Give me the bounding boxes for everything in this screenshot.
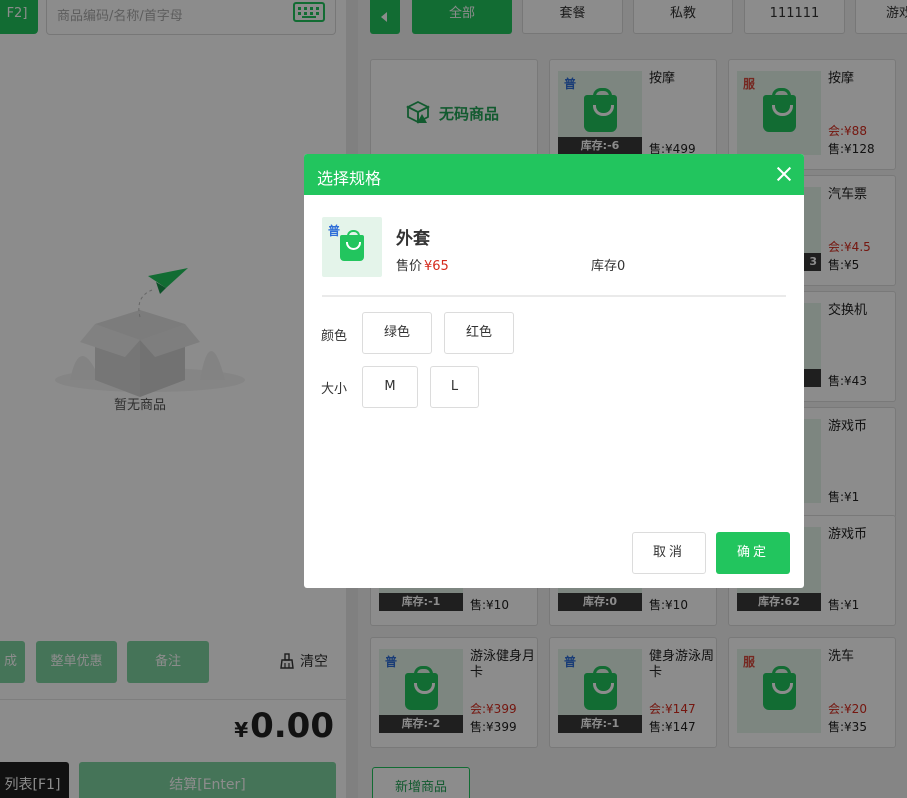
- spec-option-green[interactable]: 绿色: [362, 312, 432, 354]
- spec-dialog: 选择规格 普 外套 售价 ¥65 库存0 颜色 绿色 红色 大小 M L 取消 确…: [304, 154, 804, 588]
- spec-label-size: 大小: [321, 382, 348, 397]
- type-tag: 普: [328, 224, 341, 238]
- spec-label-color: 颜色: [321, 329, 348, 344]
- dialog-title: 选择规格: [317, 169, 382, 188]
- stock-label: 库存0: [591, 259, 626, 274]
- spec-option-l[interactable]: L: [430, 366, 479, 408]
- price-value: ¥65: [424, 259, 449, 274]
- spec-option-m[interactable]: M: [362, 366, 418, 408]
- divider: [322, 295, 786, 297]
- cancel-button[interactable]: 取消: [632, 532, 706, 574]
- price-label: 售价: [396, 259, 423, 274]
- bag-icon: [340, 230, 364, 261]
- spec-option-red[interactable]: 红色: [444, 312, 514, 354]
- product-image: 普: [322, 217, 382, 277]
- confirm-button[interactable]: 确定: [716, 532, 790, 574]
- dialog-header: 选择规格: [304, 154, 804, 195]
- product-name: 外套: [396, 229, 430, 249]
- price-row: 售价 ¥65: [396, 255, 449, 274]
- close-icon[interactable]: [776, 166, 792, 182]
